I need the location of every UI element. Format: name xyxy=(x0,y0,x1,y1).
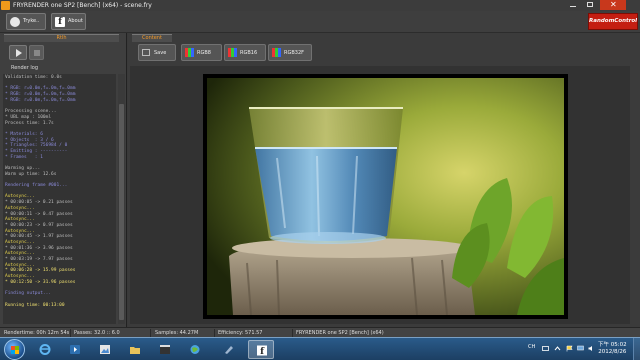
stop-render-button[interactable] xyxy=(29,45,44,60)
taskbar-file-explorer[interactable] xyxy=(122,340,148,359)
rgb-icon xyxy=(185,48,194,57)
show-desktop-button[interactable] xyxy=(633,338,640,360)
status-bar: Rendertime: 00h 12m 54s Passes: 32.0 :: … xyxy=(0,327,640,337)
stop-icon xyxy=(34,50,40,56)
language-indicator[interactable]: CH xyxy=(528,344,535,351)
fryrender-f-icon: f xyxy=(55,17,65,27)
tool-app-icon xyxy=(225,346,233,354)
fryrender-app-icon xyxy=(1,1,10,10)
randomcontrol-logo[interactable]: RandomControl xyxy=(588,13,638,30)
start-button[interactable] xyxy=(4,339,25,360)
media-player-icon xyxy=(70,345,80,354)
maximize-icon xyxy=(587,2,593,7)
log-line: Running time: 00:13:00 xyxy=(5,302,65,308)
taskbar-network-app[interactable] xyxy=(182,340,208,359)
network-icon[interactable] xyxy=(577,345,584,352)
save-label: Save xyxy=(154,50,167,56)
rgb16-label: RGB16 xyxy=(240,50,258,56)
taskbar-app-tool[interactable] xyxy=(216,340,242,359)
tab-render[interactable]: Rtlh xyxy=(4,34,119,42)
window-title: FRYRENDER one SP2 [Bench] (x64) - scene.… xyxy=(13,2,152,9)
globe-network-icon xyxy=(190,345,200,354)
photo-viewer-icon xyxy=(100,345,110,354)
sphere-icon xyxy=(10,17,20,27)
rgb-icon xyxy=(272,48,281,57)
taskbar-internet-explorer[interactable] xyxy=(32,340,58,359)
play-icon xyxy=(16,49,22,57)
render-viewport[interactable] xyxy=(130,66,630,324)
windows-logo-icon xyxy=(11,346,19,354)
status-separator xyxy=(70,329,71,337)
rgb-icon xyxy=(228,48,237,57)
flag-icon[interactable] xyxy=(566,345,573,352)
tryke-button[interactable]: Tryke.. xyxy=(6,13,46,30)
render-log-scrollbar[interactable] xyxy=(118,74,125,324)
tryke-label: Tryke.. xyxy=(23,18,40,24)
taskbar-media-player[interactable] xyxy=(62,340,88,359)
close-button[interactable]: ✕ xyxy=(600,0,626,10)
status-separator xyxy=(292,329,293,337)
tab-content[interactable]: Content xyxy=(132,34,172,42)
content-panel: Content Save RGB8 RGB16 RGB32F xyxy=(128,33,640,327)
fryrender-f-icon: f xyxy=(257,345,267,356)
windows-taskbar: f CH 下午 05:02 2012/8/26 xyxy=(0,337,640,360)
close-icon: ✕ xyxy=(610,0,617,9)
taskbar-fryrender[interactable]: f xyxy=(248,340,274,359)
title-bar: FRYRENDER one SP2 [Bench] (x64) - scene.… xyxy=(0,0,640,11)
maximize-button[interactable] xyxy=(583,0,597,10)
minimize-button[interactable] xyxy=(566,0,580,10)
render-panel: Rtlh Render log Validation time: 0.0s * R… xyxy=(0,33,127,327)
status-separator xyxy=(214,329,215,337)
keyboard-icon[interactable] xyxy=(542,345,549,352)
render-log[interactable]: Validation time: 0.0s * RGB: r=0.0m,f=.0m… xyxy=(3,74,116,324)
render-frame xyxy=(203,74,568,319)
save-icon xyxy=(142,49,150,56)
internet-explorer-icon xyxy=(39,344,51,355)
save-rgb16-button[interactable]: RGB16 xyxy=(224,44,266,61)
volume-icon[interactable] xyxy=(588,345,595,352)
samples-status: Samples: 44.27M xyxy=(155,330,199,336)
render-log-label: Render log xyxy=(11,65,39,71)
clock-date: 2012/8/26 xyxy=(598,349,627,355)
minimize-icon xyxy=(570,6,576,7)
about-button[interactable]: f About xyxy=(51,13,86,30)
system-clock[interactable]: 下午 05:02 2012/8/26 xyxy=(598,342,627,356)
folder-icon xyxy=(130,347,140,354)
tray-arrow-icon[interactable] xyxy=(554,345,561,352)
status-separator xyxy=(150,329,151,337)
save-rgb32f-button[interactable]: RGB32F xyxy=(268,44,312,61)
quick-toolbar: Tryke.. f About xyxy=(0,11,640,33)
version-status: FRYRENDER one SP2 [Bench] (x64) xyxy=(296,330,384,336)
rendered-image-glass-of-water xyxy=(207,78,564,315)
clapperboard-icon xyxy=(160,345,170,354)
taskbar-photo-viewer[interactable] xyxy=(92,340,118,359)
efficiency-status: Efficiency: 571.57 xyxy=(218,330,263,336)
start-render-button[interactable] xyxy=(9,45,27,60)
about-label: About xyxy=(68,18,83,24)
render-time-status: Rendertime: 00h 12m 54s xyxy=(4,330,70,336)
clock-time: 下午 05:02 xyxy=(598,342,627,348)
save-rgb8-button[interactable]: RGB8 xyxy=(181,44,222,61)
passes-status: Passes: 32.0 :: 6.0 xyxy=(74,330,120,336)
rgb32f-label: RGB32F xyxy=(284,50,305,56)
taskbar-media-center[interactable] xyxy=(152,340,178,359)
rgb8-label: RGB8 xyxy=(197,50,211,56)
scrollbar-thumb[interactable] xyxy=(119,104,124,320)
save-button[interactable]: Save xyxy=(138,44,176,61)
